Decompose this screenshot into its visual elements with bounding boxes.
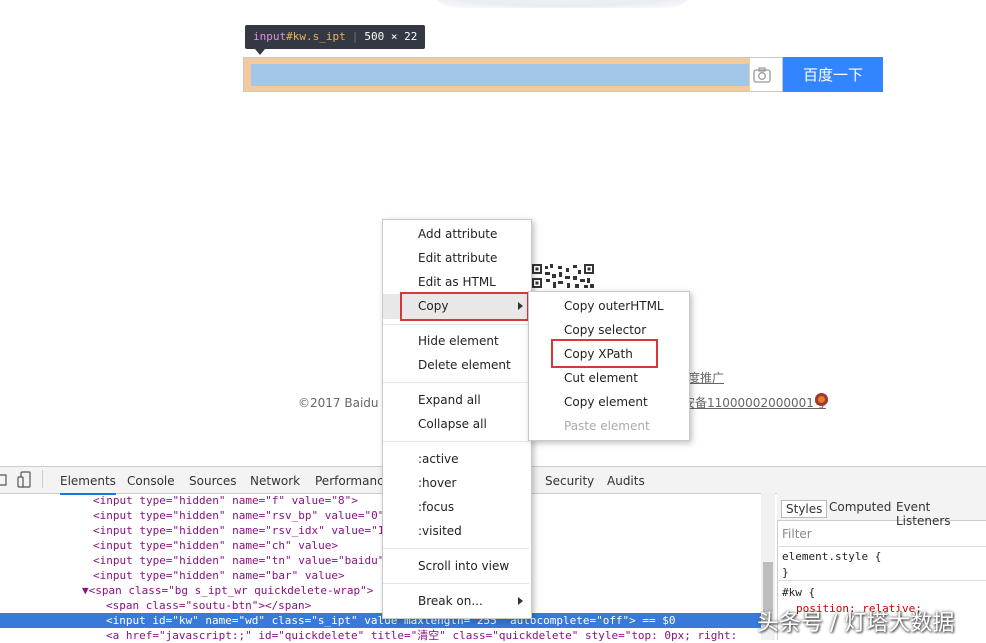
beian-link[interactable]: 安备11000002000001号	[683, 394, 826, 411]
dom-line[interactable]: <input type="hidden" name="tn" value="ba…	[93, 553, 384, 568]
menu-collapse-all[interactable]: Collapse all	[418, 417, 487, 431]
tab-security[interactable]: Security	[545, 474, 594, 488]
dom-line[interactable]: <input type="hidden" name="ch" value>	[93, 538, 338, 553]
tab-computed[interactable]: Computed	[829, 500, 891, 514]
element-inspect-tooltip: input#kw.s_ipt | 500 × 22	[245, 25, 426, 49]
menu-state-visited[interactable]: :visited	[418, 524, 462, 538]
menu-expand-all[interactable]: Expand all	[418, 393, 481, 407]
search-input[interactable]	[251, 64, 749, 86]
copyright-text: ©2017 Baidu 使	[298, 396, 395, 410]
tooltip-id: #kw	[286, 30, 306, 43]
tab-elements[interactable]: Elements	[60, 474, 116, 495]
police-badge-icon	[815, 393, 828, 406]
baidu-logo	[430, 0, 695, 8]
dom-line[interactable]: <input type="hidden" name="rsv_bp" value…	[93, 508, 384, 523]
tab-styles[interactable]: Styles	[781, 500, 828, 518]
tab-divider	[42, 470, 43, 488]
search-button[interactable]: 百度一下	[783, 57, 883, 92]
menu-copy-selector[interactable]: Copy selector	[564, 323, 646, 337]
style-rule-line: #kw {	[782, 586, 816, 599]
dom-line[interactable]: <input type="hidden" name="f" value="8">	[93, 493, 358, 508]
menu-separator	[383, 548, 529, 549]
menu-scroll-into-view[interactable]: Scroll into view	[418, 559, 509, 573]
menu-hide-element[interactable]: Hide element	[418, 334, 499, 348]
menu-state-hover[interactable]: :hover	[418, 476, 456, 490]
submenu-arrow-icon	[518, 597, 523, 605]
menu-separator	[383, 324, 529, 325]
watermark: 头条号 / 灯塔大数据	[757, 611, 955, 636]
menu-state-active[interactable]: :active	[418, 452, 459, 466]
dom-line[interactable]: <input type="hidden" name="rsv_idx" valu…	[93, 523, 384, 538]
style-rule-line: element.style {	[782, 550, 882, 563]
menu-paste-element: Paste element	[564, 419, 650, 433]
menu-separator	[383, 382, 529, 383]
menu-edit-as-html[interactable]: Edit as HTML	[418, 275, 496, 289]
tab-event-listeners[interactable]: Event Listeners	[896, 500, 986, 528]
tab-sources[interactable]: Sources	[189, 474, 236, 488]
menu-copy-outerhtml[interactable]: Copy outerHTML	[564, 299, 664, 313]
divider	[777, 546, 986, 547]
dom-line[interactable]: <span class="soutu-btn"></span>	[106, 598, 311, 613]
inspect-element-icon[interactable]	[0, 472, 8, 488]
tab-performance[interactable]: Performance	[315, 474, 391, 488]
tab-audits[interactable]: Audits	[607, 474, 645, 488]
menu-break-on[interactable]: Break on...	[418, 594, 483, 608]
device-toolbar-icon[interactable]	[17, 471, 33, 488]
menu-add-attribute[interactable]: Add attribute	[418, 227, 497, 241]
tab-network[interactable]: Network	[250, 474, 300, 488]
dom-line-selected[interactable]: <input id="kw" name="wd" class="s_ipt" v…	[0, 613, 761, 628]
divider	[777, 580, 986, 581]
style-rule-line: }	[782, 566, 789, 579]
menu-delete-element[interactable]: Delete element	[418, 358, 511, 372]
menu-cut-element[interactable]: Cut element	[564, 371, 638, 385]
copy-highlight-box	[400, 292, 529, 321]
menu-edit-attribute[interactable]: Edit attribute	[418, 251, 497, 265]
tooltip-size: 500 × 22	[364, 30, 418, 43]
dom-line[interactable]: <a href="javascript:;" id="quickdelete" …	[106, 628, 737, 643]
qr-code-icon	[532, 264, 594, 288]
tooltip-class: .s_ipt	[306, 30, 346, 43]
footer-links[interactable]: 度推广	[688, 369, 724, 386]
tab-console[interactable]: Console	[127, 474, 175, 488]
dom-line[interactable]: <input type="hidden" name="bar" value>	[93, 568, 345, 583]
tooltip-tag: input	[253, 30, 287, 43]
menu-state-focus[interactable]: :focus	[418, 500, 454, 514]
menu-copy-element[interactable]: Copy element	[564, 395, 648, 409]
styles-filter-input[interactable]: Filter	[782, 527, 812, 541]
camera-icon[interactable]	[752, 66, 772, 84]
tooltip-arrow	[255, 49, 265, 55]
copy-xpath-highlight-box	[551, 339, 658, 368]
menu-separator	[383, 441, 529, 442]
menu-separator	[383, 583, 529, 584]
dom-line[interactable]: ▼<span class="bg s_ipt_wr quickdelete-wr…	[82, 583, 373, 598]
